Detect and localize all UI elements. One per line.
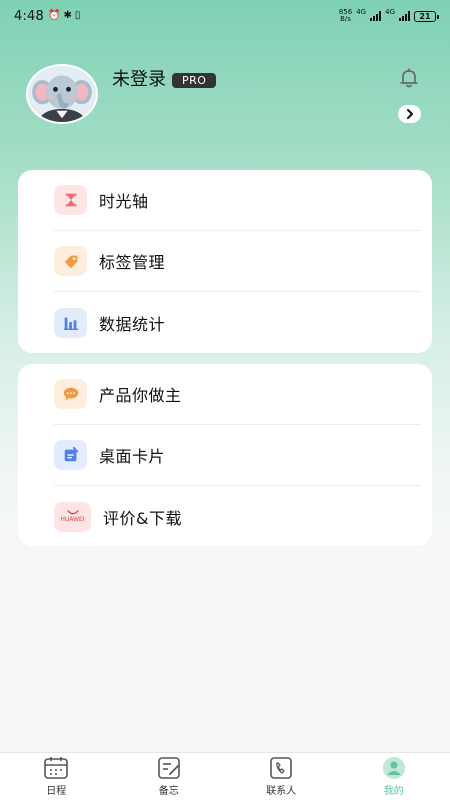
network-speed: 856 B/s xyxy=(338,8,353,23)
menu-item-statistics[interactable]: 数据统计 xyxy=(54,292,420,353)
menu-item-label: 时光轴 xyxy=(99,192,149,211)
nav-label: 我的 xyxy=(383,786,404,797)
nav-item-schedule[interactable]: 日程 xyxy=(0,753,113,800)
bluetooth-icon: ✱ xyxy=(63,10,72,21)
alarm-icon: ⏰ xyxy=(48,10,61,21)
menu-item-label: 评价&下载 xyxy=(103,508,182,528)
huawei-label: HUAWEI xyxy=(60,515,85,523)
contact-phone-icon xyxy=(270,757,293,779)
chevron-right-icon xyxy=(406,109,413,119)
nav-item-mine[interactable]: 我的 xyxy=(338,753,450,800)
pro-badge[interactable]: PRO xyxy=(172,72,217,88)
vibrate-icon: ▯ xyxy=(74,10,81,21)
nav-label: 联系人 xyxy=(266,786,297,797)
nav-item-contacts[interactable]: 联系人 xyxy=(225,753,338,800)
profile-arrow-button[interactable] xyxy=(398,105,421,123)
menu-item-label: 产品你做主 xyxy=(99,386,182,405)
nav-label: 备忘 xyxy=(158,786,179,797)
network-type-2: 4G xyxy=(385,8,395,16)
signal-icon-2 xyxy=(399,11,410,21)
chat-icon xyxy=(54,379,87,409)
menu-item-tag-management[interactable]: 标签管理 xyxy=(54,231,420,292)
huawei-appgallery-icon: HUAWEI xyxy=(54,501,91,532)
menu-card-2: 产品你做主 桌面卡片 HUAWEI 评价&下载 xyxy=(18,364,432,546)
nav-label: 日程 xyxy=(46,786,67,797)
hourglass-icon xyxy=(54,185,87,215)
memo-icon xyxy=(157,757,180,779)
menu-item-label: 标签管理 xyxy=(99,253,166,272)
tag-icon xyxy=(54,246,87,276)
menu-item-label: 桌面卡片 xyxy=(99,447,166,466)
status-time: 4:48 xyxy=(14,8,44,24)
network-type-1: 4G xyxy=(356,8,367,16)
menu-item-timeline[interactable]: 时光轴 xyxy=(54,170,420,231)
menu-item-feedback[interactable]: 产品你做主 xyxy=(54,364,420,425)
bottom-nav: 日程 备忘 联系人 我的 xyxy=(0,752,450,800)
widget-card-icon xyxy=(54,440,87,470)
battery-icon: 21 xyxy=(414,10,439,22)
menu-card-1: 时光轴 标签管理 数据统计 xyxy=(18,170,432,353)
profile-header[interactable]: 未登录 PRO xyxy=(26,64,217,124)
notification-bell-icon[interactable] xyxy=(397,66,421,90)
menu-item-rate-download[interactable]: HUAWEI 评价&下载 xyxy=(54,486,420,547)
menu-item-desktop-widget[interactable]: 桌面卡片 xyxy=(54,425,420,486)
profile-icon xyxy=(382,757,405,779)
status-bar: 4:48 ⏰ ✱ ▯ 856 B/s 4G 4G 21 xyxy=(0,0,450,32)
elephant-avatar-icon xyxy=(28,66,96,122)
signal-icon xyxy=(370,11,382,21)
menu-item-label: 数据统计 xyxy=(99,314,166,334)
user-name[interactable]: 未登录 xyxy=(112,65,166,91)
bar-chart-icon xyxy=(54,307,87,338)
avatar[interactable] xyxy=(26,64,98,124)
nav-item-memo[interactable]: 备忘 xyxy=(113,753,226,800)
calendar-icon xyxy=(44,757,69,779)
